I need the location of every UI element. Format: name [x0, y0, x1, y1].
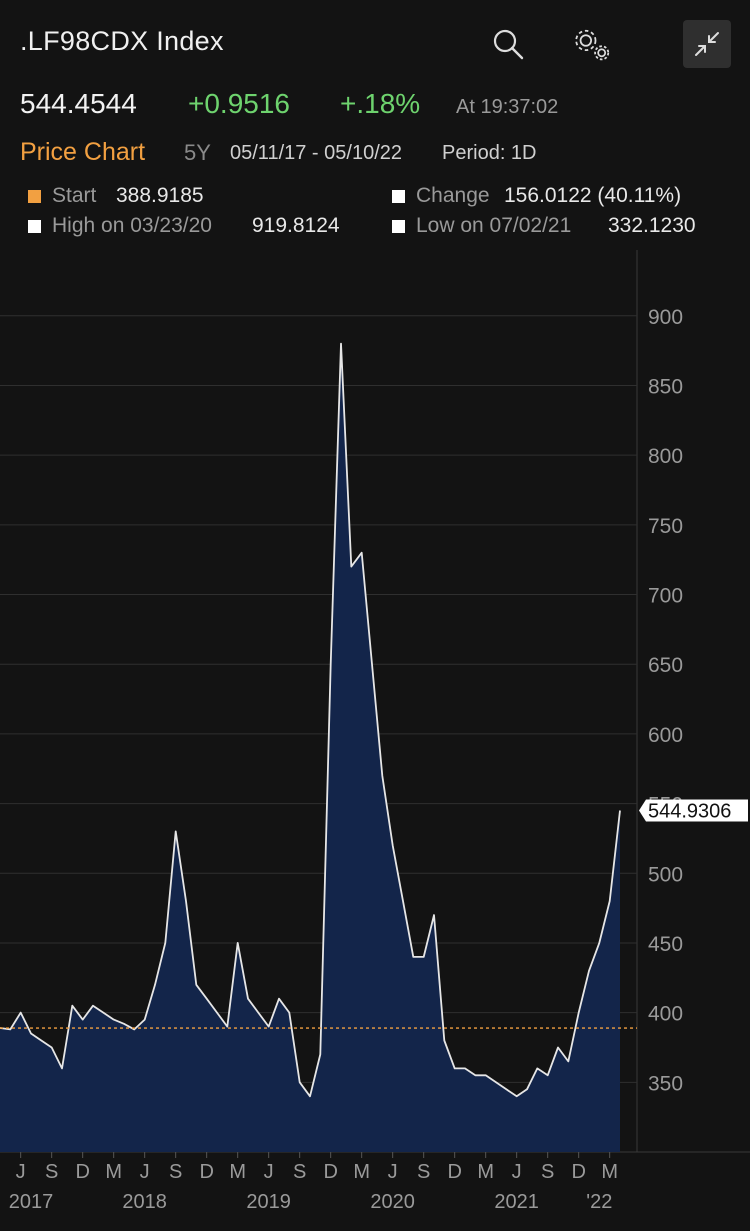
last-price: 544.4544: [20, 88, 137, 119]
x-month-label: D: [447, 1161, 461, 1183]
x-month-label: D: [571, 1161, 585, 1183]
search-button[interactable]: [486, 22, 530, 66]
stat-low-value: 332.1230: [608, 214, 696, 237]
stat-start-value: 388.9185: [116, 184, 204, 207]
page-title: .LF98CDX Index: [20, 26, 224, 56]
chart-toolbar: Price Chart 5Y 05/11/17 - 05/10/22 Perio…: [20, 136, 740, 166]
x-month-label: J: [140, 1161, 150, 1183]
y-tick-label: 450: [648, 933, 683, 956]
x-month-label: S: [541, 1161, 554, 1183]
stat-change: Change 156.0122 (40.11%): [392, 184, 732, 210]
y-tick-label: 350: [648, 1072, 683, 1095]
x-month-label: J: [16, 1161, 26, 1183]
low-marker: [392, 220, 405, 233]
x-month-label: D: [323, 1161, 337, 1183]
search-icon: [493, 29, 524, 60]
y-tick-label: 850: [648, 375, 683, 398]
y-tick-label: 650: [648, 654, 683, 677]
x-year-label: 2020: [370, 1191, 415, 1213]
change-marker: [392, 190, 405, 203]
stat-change-label: Change: [416, 184, 490, 207]
x-month-label: M: [601, 1161, 618, 1183]
last-value-text: 544.9306: [648, 801, 731, 823]
settings-button[interactable]: [570, 22, 614, 66]
y-tick-label: 750: [648, 515, 683, 538]
stat-high: High on 03/23/20 919.8124: [28, 214, 368, 240]
x-month-label: J: [388, 1161, 398, 1183]
last-value-label: 544.9306: [639, 799, 748, 823]
x-month-label: D: [75, 1161, 89, 1183]
net-change: +0.9516: [188, 88, 290, 119]
y-tick-label: 600: [648, 724, 683, 747]
quote-time: At 19:37:02: [456, 96, 559, 118]
high-marker: [28, 220, 41, 233]
x-year-label: '22: [586, 1191, 612, 1213]
price-chart[interactable]: 350400450500550600650700750800850900544.…: [0, 250, 750, 1231]
x-month-label: M: [105, 1161, 122, 1183]
x-year-label: 2021: [494, 1191, 539, 1213]
x-month-label: J: [512, 1161, 522, 1183]
range-selector[interactable]: 5Y: [184, 140, 211, 166]
x-year-label: 2017: [9, 1191, 54, 1213]
collapse-icon: [695, 32, 719, 56]
stat-start: Start 388.9185: [28, 184, 368, 210]
stat-low: Low on 07/02/21 332.1230: [392, 214, 732, 240]
period-selector[interactable]: Period: 1D: [442, 142, 537, 165]
stat-high-label: High on 03/23/20: [52, 214, 212, 237]
quote-bar: 544.4544 +0.9516 +.18% At 19:37:02: [20, 88, 740, 124]
x-year-label: 2018: [122, 1191, 167, 1213]
x-month-label: S: [293, 1161, 306, 1183]
x-year-label: 2019: [246, 1191, 291, 1213]
stat-start-label: Start: [52, 184, 97, 207]
percent-change: +.18%: [340, 88, 421, 119]
x-month-label: M: [477, 1161, 494, 1183]
price-area: [0, 343, 620, 1153]
x-month-label: M: [229, 1161, 246, 1183]
collapse-button[interactable]: [683, 20, 731, 68]
gear-icon: [575, 29, 610, 61]
price-chart-label[interactable]: Price Chart: [20, 138, 145, 167]
y-tick-label: 800: [648, 445, 683, 468]
x-month-label: J: [264, 1161, 274, 1183]
y-tick-label: 400: [648, 1003, 683, 1026]
x-month-label: S: [45, 1161, 58, 1183]
x-month-label: D: [199, 1161, 213, 1183]
x-month-label: M: [353, 1161, 370, 1183]
header: .LF98CDX Index: [0, 0, 750, 80]
y-tick-label: 500: [648, 863, 683, 886]
stat-change-value: 156.0122 (40.11%): [504, 184, 682, 207]
start-marker: [28, 190, 41, 203]
date-range[interactable]: 05/11/17 - 05/10/22: [230, 142, 402, 165]
stat-low-label: Low on 07/02/21: [416, 214, 572, 237]
y-tick-label: 700: [648, 585, 683, 608]
price-line: [0, 342, 621, 1098]
x-month-label: S: [417, 1161, 430, 1183]
x-month-label: S: [169, 1161, 182, 1183]
stat-high-value: 919.8124: [252, 214, 340, 237]
y-tick-label: 900: [648, 306, 683, 329]
